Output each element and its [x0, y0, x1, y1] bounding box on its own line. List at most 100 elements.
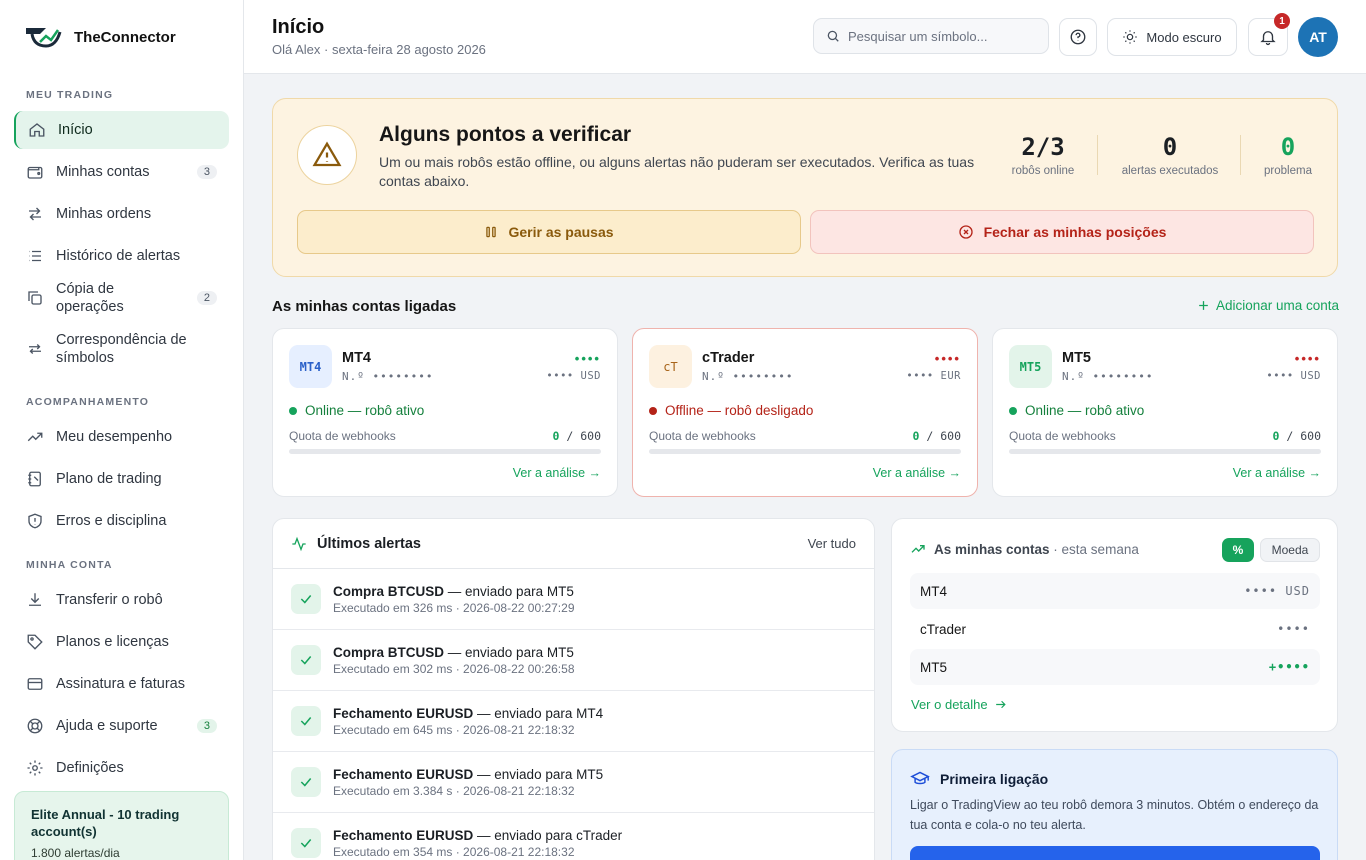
check-icon-box [291, 828, 321, 858]
add-account-button[interactable]: Adicionar uma conta [1197, 298, 1339, 313]
status-dot [1009, 406, 1017, 415]
account-name: cTrader [702, 350, 755, 366]
sidebar-item-errors[interactable]: Erros e disciplina [14, 502, 229, 540]
graduation-cap-icon [910, 771, 930, 785]
stat-value: 0 [1162, 133, 1178, 161]
sidebar-item-trading-plan[interactable]: Plano de trading [14, 460, 229, 498]
stat-label: problema [1264, 165, 1312, 177]
view-detail-link[interactable]: Ver o detalhe [911, 697, 1007, 712]
sidebar-item-symbol-mapping[interactable]: Correspondência de símbolos [14, 325, 229, 373]
alert-target: — enviado para cTrader [473, 827, 623, 843]
alert-detail: Executado em 3.384 s · 2026-08-21 22:18:… [333, 783, 575, 798]
manage-pauses-button[interactable]: Gerir as pausas [297, 210, 801, 254]
alert-text: Fechamento EURUSD — enviado para MT5 [333, 767, 603, 782]
sidebar-item-plans[interactable]: Planos e licenças [14, 623, 229, 661]
sidebar-item-home[interactable]: Início [14, 111, 229, 149]
sidebar-item-support[interactable]: Ajuda e suporte 3 [14, 707, 229, 745]
alert-action: Fechamento EURUSD [333, 705, 474, 721]
add-account-label: Adicionar uma conta [1216, 298, 1340, 313]
alert-row[interactable]: Fechamento EURUSD — enviado para MT5 Exe… [273, 752, 874, 813]
first-connection-button[interactable] [910, 846, 1320, 860]
search-box[interactable] [813, 18, 1049, 54]
swap-icon [29, 207, 41, 221]
sidebar-item-label: Minhas contas [56, 164, 150, 180]
sidebar-item-download-robot[interactable]: Transferir o robô [14, 581, 229, 619]
account-card-mt5[interactable]: MT5 MT5 N.º •••••••• •••• •••• USD Onlin… [992, 328, 1338, 497]
alert-row[interactable]: Compra BTCUSD — enviado para MT5 Executa… [273, 630, 874, 691]
quota-value: 0 / 600 [1272, 429, 1321, 443]
quota-total: 600 [580, 429, 601, 443]
account-status-label: Offline — robô desligado [665, 403, 814, 418]
bell-icon [1260, 31, 1276, 46]
stat-divider [1240, 135, 1241, 175]
avatar[interactable]: AT [1298, 17, 1338, 57]
search-input[interactable] [848, 28, 1028, 44]
close-positions-button[interactable]: Fechar as minhas posições [810, 210, 1314, 254]
section-label-trading: MEU TRADING [26, 89, 114, 101]
sidebar-item-count: 3 [196, 165, 217, 179]
account-card-mt4[interactable]: MT4 MT4 N.º •••••••• •••• •••• USD Onlin… [272, 328, 618, 497]
alert-row[interactable]: Compra BTCUSD — enviado para MT5 Executa… [273, 569, 874, 630]
weekly-row-ctrader[interactable]: cTrader •••• [910, 611, 1320, 647]
toggle-currency[interactable]: Moeda [1260, 538, 1320, 562]
help-icon [1070, 29, 1086, 45]
weekly-row-mt5[interactable]: MT5 +•••• [910, 649, 1320, 685]
toggle-percent[interactable]: % [1222, 538, 1254, 562]
brand-name: TheConnector [74, 28, 176, 46]
account-balance-masked: •••• [1294, 351, 1321, 366]
section-label-tracking: ACOMPANHAMENTO [26, 396, 150, 408]
alert-row[interactable]: Fechamento EURUSD — enviado para cTrader… [273, 813, 874, 860]
sidebar-item-accounts[interactable]: Minhas contas 3 [14, 153, 229, 191]
home-icon [29, 123, 45, 137]
plan-card[interactable]: Elite Annual - 10 trading account(s) 1.8… [14, 791, 229, 860]
sidebar-item-label: Meu desempenho [56, 429, 173, 445]
wallet-icon [27, 166, 43, 179]
sidebar-item-alert-history[interactable]: Histórico de alertas [14, 237, 229, 275]
sidebar-item-orders[interactable]: Minhas ordens [14, 195, 229, 233]
warning-icon [312, 141, 342, 167]
tag-icon [27, 634, 43, 650]
plus-icon [1199, 301, 1208, 310]
dark-mode-button[interactable]: Modo escuro [1107, 18, 1237, 56]
warning-description: Um ou mais robôs estão offline, ou algun… [379, 154, 975, 189]
sidebar-item-label: Ajuda e suporte [56, 718, 158, 734]
plan-title: Elite Annual - 10 trading account(s) [31, 807, 180, 839]
card-icon [27, 678, 43, 690]
alert-row[interactable]: Fechamento EURUSD — enviado para MT4 Exe… [273, 691, 874, 752]
stat-robots-online: 2/3 robôs online [1007, 133, 1079, 177]
search-icon [827, 30, 839, 42]
account-card-ctrader[interactable]: cT cTrader N.º •••••••• •••• •••• EUR Of… [632, 328, 978, 497]
sidebar-item-copy-trading[interactable]: Cópia de operações 2 [14, 279, 229, 317]
alert-action: Compra BTCUSD [333, 583, 445, 599]
brand[interactable]: TheConnector [24, 24, 176, 50]
alerts-header: Últimos alertas Ver tudo [273, 519, 874, 569]
account-status: Online — robô ativo [289, 403, 424, 418]
warning-icon-circle [297, 125, 357, 185]
sidebar-item-label: Histórico de alertas [56, 248, 181, 264]
status-dot [289, 406, 297, 415]
view-analysis-link[interactable]: Ver a análise → [873, 466, 961, 480]
copy-icon [28, 291, 42, 305]
check-icon [300, 778, 312, 787]
weekly-row-name: MT5 [920, 659, 947, 675]
stat-alerts-executed: 0 alertas executados [1115, 133, 1225, 177]
help-button[interactable] [1059, 18, 1097, 56]
brand-logo-icon [26, 28, 62, 48]
quota-label: Quota de webhooks [649, 429, 756, 443]
sidebar-item-label: Plano de trading [56, 471, 162, 487]
weekly-row-mt4[interactable]: MT4 •••• USD [910, 573, 1320, 609]
close-positions-label: Fechar as minhas posições [983, 224, 1167, 240]
activity-icon [292, 536, 306, 551]
view-analysis-link[interactable]: Ver a análise → [1233, 466, 1321, 480]
sidebar-item-performance[interactable]: Meu desempenho [14, 418, 229, 456]
notification-badge: 1 [1274, 13, 1290, 29]
see-all-alerts-link[interactable]: Ver tudo [808, 536, 856, 551]
view-analysis-link[interactable]: Ver a análise → [513, 466, 601, 480]
pause-icon [486, 226, 497, 238]
arrows-icon [29, 344, 41, 354]
alert-text: Compra BTCUSD — enviado para MT5 [333, 645, 575, 660]
sidebar-item-settings[interactable]: Definições [14, 749, 229, 787]
quota-sep: / [1286, 429, 1294, 443]
alert-detail: Executado em 645 ms · 2026-08-21 22:18:3… [333, 722, 575, 737]
sidebar-item-billing[interactable]: Assinatura e faturas [14, 665, 229, 703]
